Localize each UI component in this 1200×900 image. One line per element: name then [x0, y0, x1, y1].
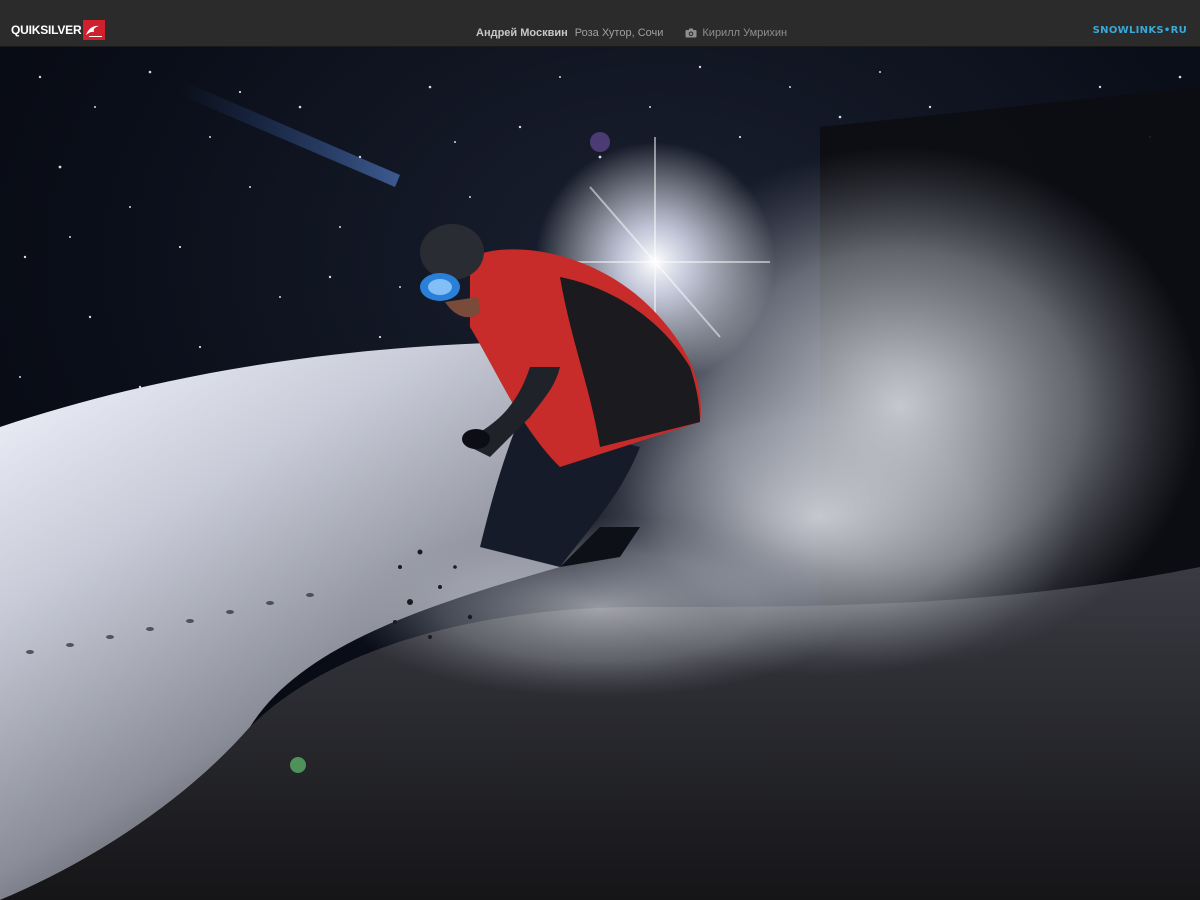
photographer-name: Кирилл Умрихин [702, 27, 788, 39]
rider-name: Андрей Москвин [476, 27, 568, 39]
photo-credits: Андрей Москвин Роза Хутор, Сочи Кирилл Ум… [476, 26, 787, 42]
quiksilver-wave-logo-icon [83, 20, 106, 40]
camera-icon [685, 28, 697, 42]
location: Роза Хутор, Сочи [574, 27, 664, 39]
site-link[interactable]: SNOWLINKS•RU [1093, 25, 1187, 36]
snowboarder-photo [0, 47, 1200, 900]
brand[interactable]: QUIKSILVER [11, 19, 106, 41]
top-bar: QUIKSILVER Андрей Москвин Роза Хутор, Соч… [0, 0, 1200, 47]
main-photo [0, 47, 1200, 900]
brand-name: QUIKSILVER [11, 23, 82, 37]
